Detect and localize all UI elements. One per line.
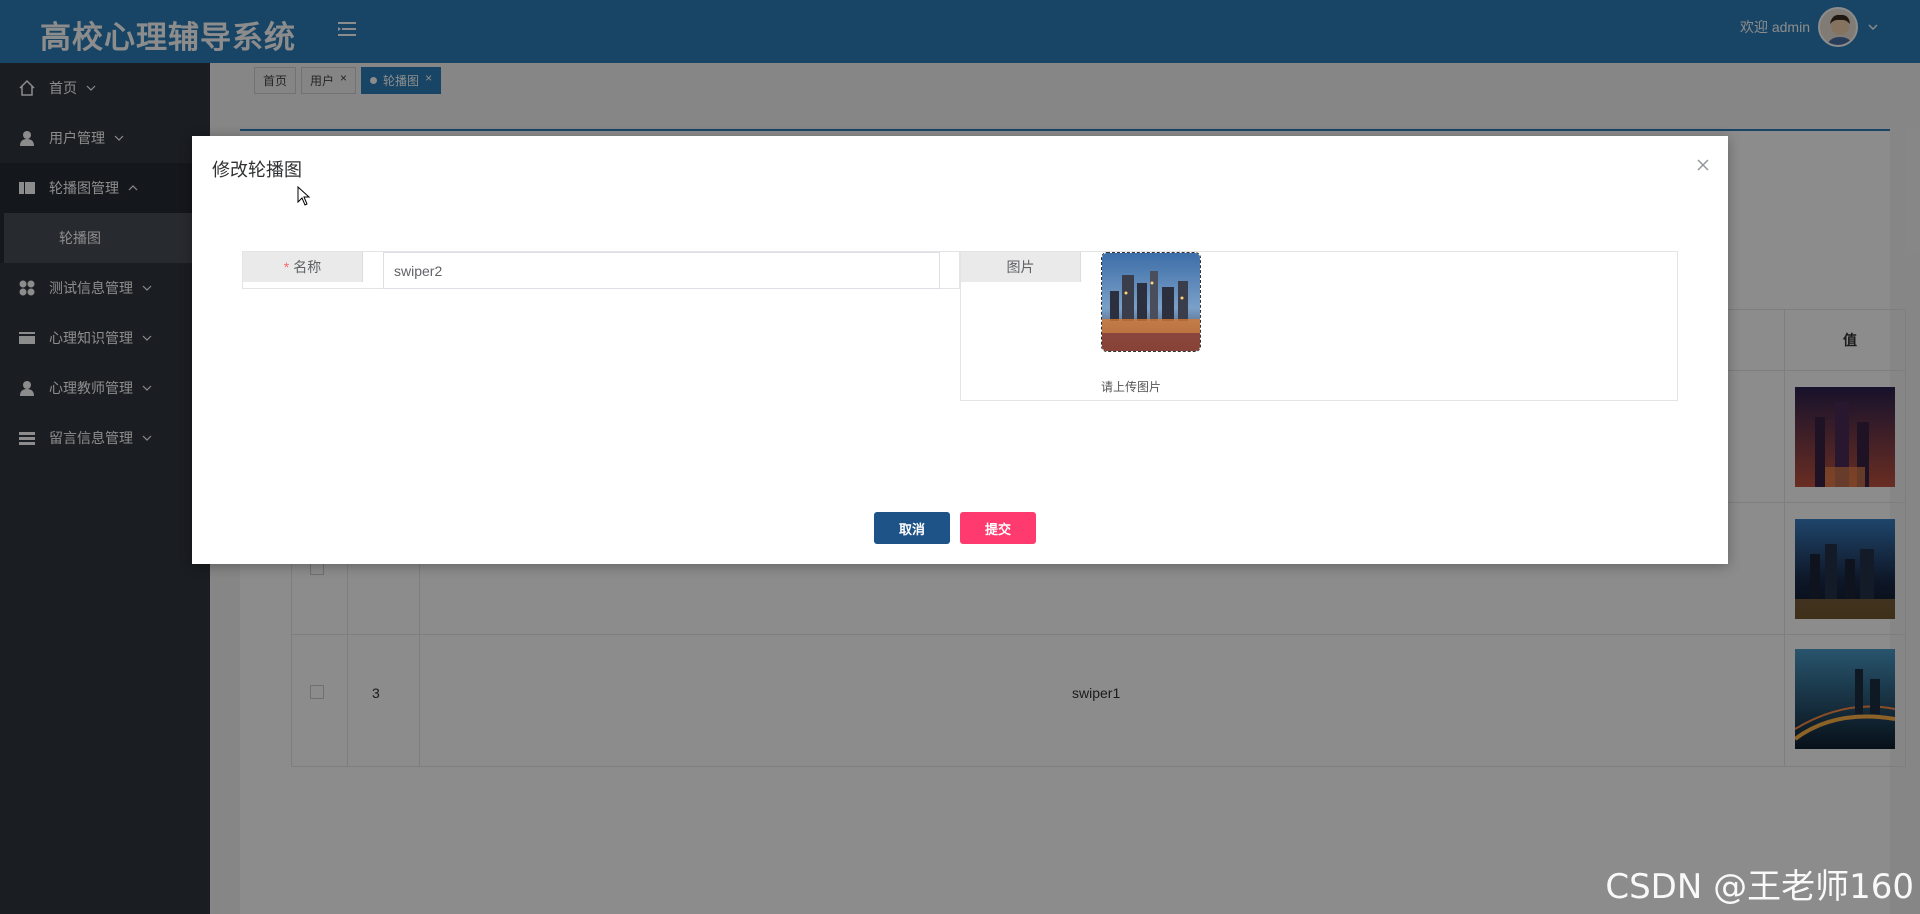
close-icon[interactable]: [1696, 158, 1710, 172]
dialog-title: 修改轮播图: [212, 160, 302, 180]
name-label-text: 名称: [293, 259, 322, 275]
name-label: * 名称: [243, 252, 363, 282]
name-form-item: * 名称: [242, 251, 960, 289]
mouse-cursor-icon: [297, 186, 311, 206]
image-form-item: 图片 请上传图片: [960, 251, 1678, 401]
edit-carousel-dialog: 修改轮播图 * 名称 图片: [192, 136, 1728, 564]
uploaded-image-preview: [1102, 253, 1200, 351]
upload-tip: 请上传图片: [1101, 380, 1162, 394]
name-input[interactable]: [383, 252, 940, 289]
image-label: 图片: [961, 252, 1081, 282]
submit-button[interactable]: 提交: [960, 512, 1036, 544]
image-upload[interactable]: [1101, 252, 1201, 352]
cancel-button[interactable]: 取消: [874, 512, 950, 544]
required-asterisk: *: [283, 259, 290, 275]
watermark: CSDN @王老师160: [1605, 867, 1914, 907]
